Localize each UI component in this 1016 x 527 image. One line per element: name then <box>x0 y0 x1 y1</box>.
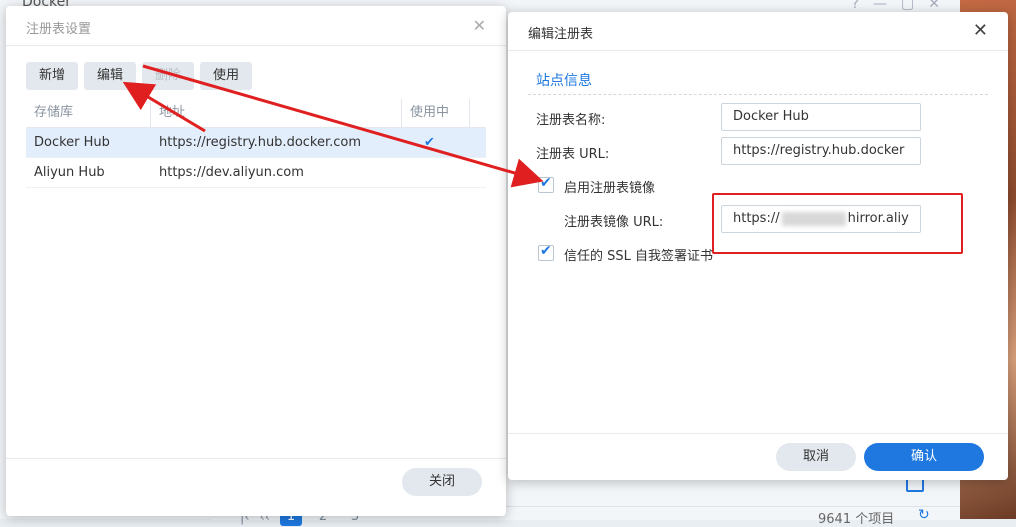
maximize-icon[interactable]: ▢ <box>901 0 914 12</box>
delete-button[interactable]: 删除 <box>142 62 195 90</box>
registry-url-label: 注册表 URL: <box>536 147 610 162</box>
item-count: 9641 个项目 <box>818 512 895 527</box>
confirm-button[interactable]: 确认 <box>864 443 984 471</box>
toolbar: 新增 编辑 删除 使用 <box>26 62 253 90</box>
table-header: 存储库 地址 使用中 <box>26 99 486 128</box>
close-icon[interactable]: ✕ <box>973 20 988 41</box>
window-controls: ? — ▢ ✕ <box>852 0 940 12</box>
close-icon[interactable]: ✕ <box>928 0 940 12</box>
add-button[interactable]: 新增 <box>26 62 79 90</box>
trust-ssl-checkbox[interactable] <box>538 243 554 261</box>
row-name: Aliyun Hub <box>34 165 105 180</box>
enable-mirror-checkbox[interactable] <box>538 175 554 193</box>
row-url: https://registry.hub.docker.com <box>159 135 362 150</box>
refresh-icon[interactable]: ↻ <box>918 507 930 523</box>
close-button[interactable]: 关闭 <box>402 468 482 496</box>
enable-mirror-label: 启用注册表镜像 <box>564 181 656 196</box>
use-button[interactable]: 使用 <box>200 62 253 90</box>
section-divider <box>528 94 988 95</box>
dialog-title: 编辑注册表 <box>528 27 594 42</box>
divider <box>6 45 506 46</box>
cancel-button[interactable]: 取消 <box>776 443 856 471</box>
edit-button[interactable]: 编辑 <box>84 62 137 90</box>
table-row[interactable]: Docker Hub https://registry.hub.docker.c… <box>26 128 486 158</box>
registry-name-input[interactable]: Docker Hub <box>721 103 921 131</box>
column-header-in-use[interactable]: 使用中 <box>402 99 470 127</box>
registry-name-label: 注册表名称: <box>536 113 606 128</box>
dialog-title: 注册表设置 <box>26 22 92 37</box>
column-header-address[interactable]: 地址 <box>151 99 402 127</box>
divider <box>6 458 506 459</box>
divider <box>508 50 1008 51</box>
divider <box>508 433 1008 434</box>
row-url: https://dev.aliyun.com <box>159 165 304 180</box>
mirror-url-label: 注册表镜像 URL: <box>564 215 664 230</box>
column-header-spacer <box>470 99 486 127</box>
check-icon: ✔ <box>424 135 435 150</box>
row-name: Docker Hub <box>34 135 110 150</box>
registry-url-input[interactable]: https://registry.hub.docker <box>721 137 921 165</box>
close-icon[interactable]: ✕ <box>473 16 486 35</box>
row-in-use <box>402 158 470 187</box>
highlight-box <box>712 193 963 254</box>
help-icon[interactable]: ? <box>852 0 859 12</box>
section-title: 站点信息 <box>536 73 592 89</box>
trust-ssl-label: 信任的 SSL 自我签署证书 <box>564 249 714 264</box>
registry-settings-dialog: 注册表设置 ✕ 新增 编辑 删除 使用 存储库 地址 使用中 Docker Hu… <box>6 6 506 516</box>
registry-table: 存储库 地址 使用中 Docker Hub https://registry.h… <box>26 99 486 188</box>
column-header-repo[interactable]: 存储库 <box>26 99 151 127</box>
table-row[interactable]: Aliyun Hub https://dev.aliyun.com <box>26 158 486 188</box>
minimize-icon[interactable]: — <box>873 0 887 12</box>
